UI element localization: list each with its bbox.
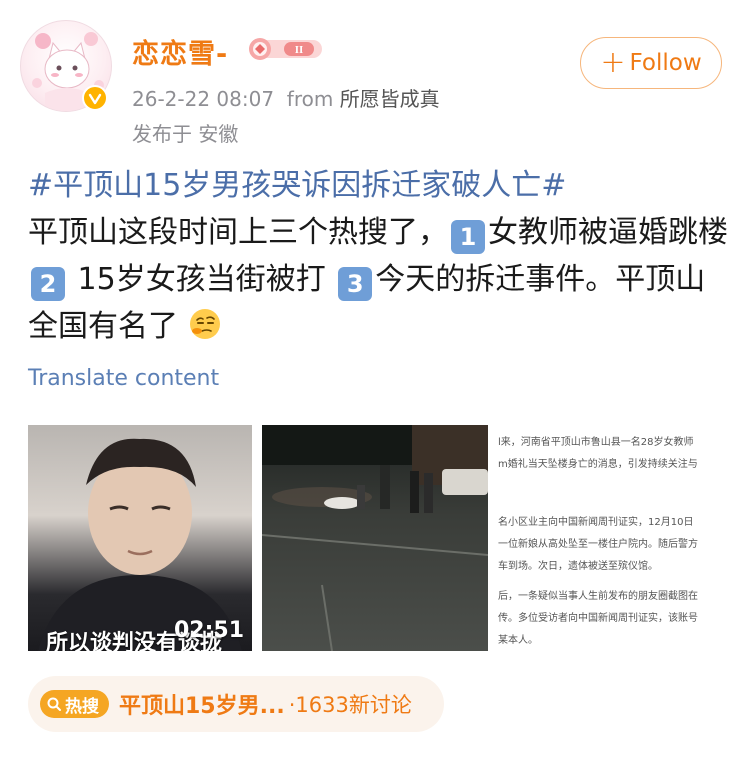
hot-topic-count: ·1633新讨论 xyxy=(288,693,412,717)
post-source[interactable]: 所愿皆成真 xyxy=(340,87,440,111)
post-date: 26-2-22 08:07 xyxy=(132,87,275,111)
post-text-2: 女教师被逼婚跳楼 xyxy=(488,215,728,250)
thinking-face-emoji-icon xyxy=(188,307,222,341)
video-duration: 02:51 xyxy=(173,618,244,643)
post-text-3: 15岁女孩当街被打 xyxy=(77,262,326,297)
hot-search-tag: 热搜 xyxy=(40,690,109,718)
follow-label: Follow xyxy=(629,50,702,76)
hot-topic-pill[interactable]: 热搜 平顶山15岁男... ·1633新讨论 xyxy=(28,676,444,732)
doc-line: 后，一条疑似当事人生前发布的朋友圈截图在 xyxy=(498,591,698,602)
keycap-1-icon: 1 xyxy=(451,220,485,254)
doc-line: 一位新娘从高处坠至一楼住户院内。随后警方 xyxy=(498,539,698,550)
username[interactable]: 恋恋雪- xyxy=(132,32,228,71)
keycap-3-icon: 3 xyxy=(338,267,373,301)
post-text-1: 平顶山这段时间上三个热搜了， xyxy=(28,215,448,250)
doc-line: l来，河南省平顶山市鲁山县一名28岁女教师 xyxy=(498,437,694,448)
post-meta: 26-2-22 08:07 from 所愿皆成真 xyxy=(132,83,440,112)
keycap-2-icon: 2 xyxy=(31,267,65,301)
street-scene-icon xyxy=(262,425,488,651)
plus-icon: + xyxy=(600,45,626,80)
level-badge-icon: II xyxy=(244,36,324,62)
doc-line: 名小区业主向中国新闻周刊证实，12月10日 xyxy=(498,517,694,528)
doc-line: 传。多位受访者向中国新闻周刊证实，该账号 xyxy=(498,613,698,624)
verified-badge-icon xyxy=(82,85,108,111)
follow-button[interactable]: + Follow xyxy=(580,37,722,89)
doc-line: 车到场。次日，遗体被送至殡仪馆。 xyxy=(498,561,658,572)
hashtag-link[interactable]: #平顶山15岁男孩哭诉因拆迁家破人亡# xyxy=(28,168,566,203)
doc-line: m婚礼当天坠楼身亡的消息，引发持续关注与 xyxy=(498,459,698,470)
doc-line: 某本人。 xyxy=(498,635,538,646)
hot-tag-label: 热搜 xyxy=(65,696,99,717)
translate-link[interactable]: Translate content xyxy=(28,366,219,391)
video-thumbnail[interactable]: 所以谈判没有谈拢 02:51 xyxy=(28,425,252,651)
news-screenshot-thumbnail[interactable]: l来，河南省平顶山市鲁山县一名28岁女教师 m婚礼当天坠楼身亡的消息，引发持续关… xyxy=(498,425,720,651)
post-content: #平顶山15岁男孩哭诉因拆迁家破人亡# 平顶山这段时间上三个热搜了， 1 女教师被逼… xyxy=(28,162,728,350)
from-label: from xyxy=(286,87,334,111)
street-photo-thumbnail[interactable] xyxy=(262,425,488,651)
svg-text:II: II xyxy=(295,44,304,56)
post-location: 发布于 安徽 xyxy=(132,122,239,146)
hot-topic-title: 平顶山15岁男... xyxy=(119,694,285,719)
search-icon xyxy=(47,697,61,711)
